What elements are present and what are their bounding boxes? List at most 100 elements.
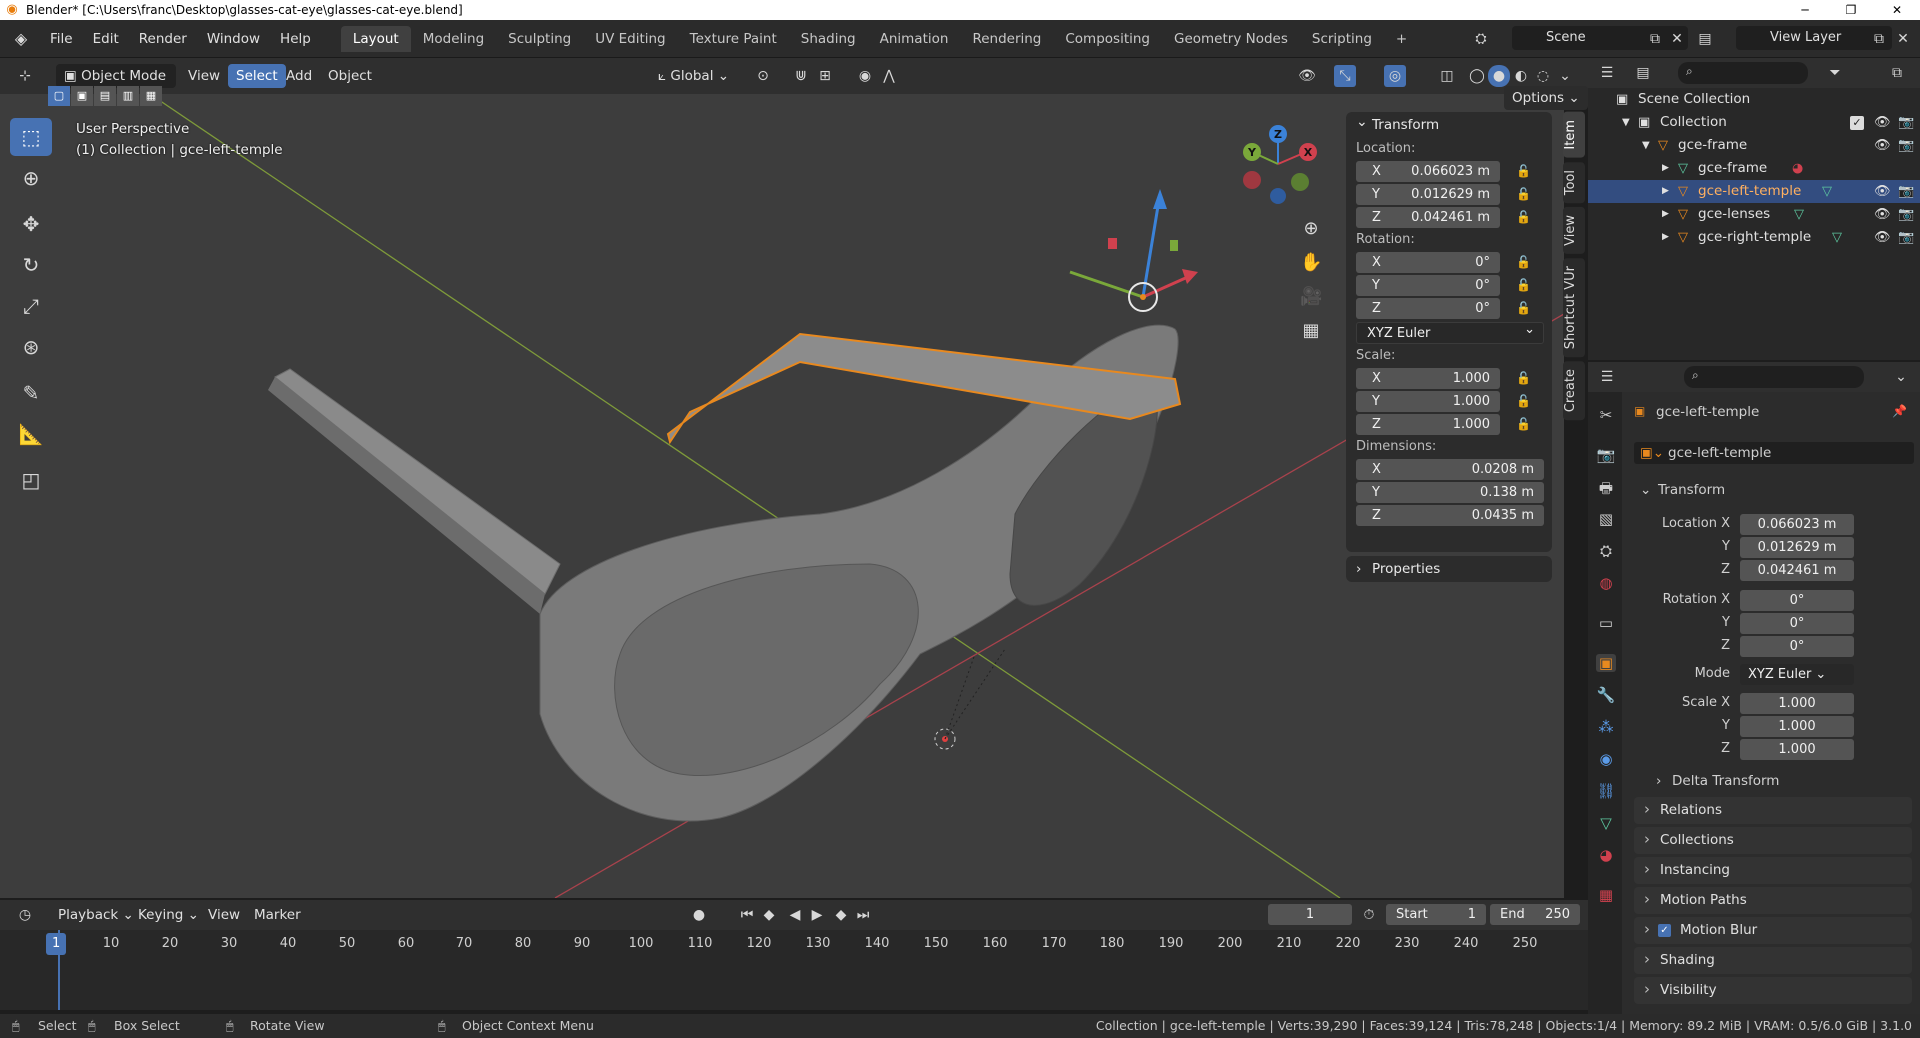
particles-tab-icon[interactable]: ⁂ bbox=[1596, 718, 1616, 736]
menu-keying[interactable]: Keying ⌄ bbox=[130, 903, 207, 927]
prop-rotation-x[interactable]: 0° bbox=[1740, 590, 1854, 611]
section-shading[interactable]: Shading bbox=[1634, 946, 1912, 974]
close-icon[interactable]: ✕ bbox=[1874, 0, 1920, 20]
blender-menu-icon[interactable]: ◈ bbox=[10, 28, 32, 50]
prop-scale-z[interactable]: 1.000 bbox=[1740, 739, 1854, 760]
tab-create[interactable]: Create bbox=[1563, 360, 1585, 421]
snap-icon[interactable]: ⋓ bbox=[790, 65, 812, 87]
lock-icon[interactable]: 🔓 bbox=[1516, 187, 1531, 201]
tab-item[interactable]: Item bbox=[1563, 112, 1585, 158]
filter-icon[interactable]: ⏷ bbox=[1824, 62, 1846, 84]
overlays-icon[interactable]: ◎ bbox=[1384, 65, 1406, 87]
rotation-x-field[interactable]: X 0° bbox=[1356, 251, 1500, 273]
dimensions-z-field[interactable]: Z 0.0435 m bbox=[1356, 504, 1544, 526]
eye-icon[interactable]: 👁 bbox=[1874, 111, 1891, 134]
scale-z-field[interactable]: Z 1.000 bbox=[1356, 413, 1500, 435]
outliner-editor-icon[interactable]: ☰ bbox=[1596, 62, 1618, 84]
expand-arrow-icon[interactable]: ▶ bbox=[1662, 203, 1669, 226]
options-dropdown[interactable]: Options ⌄ bbox=[1504, 86, 1588, 110]
output-tab-icon[interactable]: 🖶 bbox=[1596, 478, 1616, 503]
rotation-y-field[interactable]: Y 0° bbox=[1356, 274, 1500, 296]
properties-search-input[interactable]: ⌕ bbox=[1684, 366, 1864, 388]
rotate-tool-icon[interactable]: ↻ bbox=[10, 246, 52, 284]
outliner-row-gce-lenses[interactable]: ▶ ▽ gce-lenses ▽ 👁 📷 bbox=[1588, 203, 1920, 226]
camera-icon[interactable]: 📷 bbox=[1898, 203, 1914, 226]
menu-select[interactable]: Select bbox=[228, 64, 286, 88]
select-intersect-icon[interactable]: ▦ bbox=[140, 86, 162, 106]
properties-options-icon[interactable]: ⌄ bbox=[1890, 366, 1912, 388]
camera-icon[interactable]: 📷 bbox=[1898, 226, 1914, 249]
3d-viewport[interactable] bbox=[0, 94, 1564, 898]
timeline-editor-icon[interactable]: ◷ bbox=[14, 904, 36, 926]
outliner-row-gce-frame-parent[interactable]: ▼ ▽ gce-frame 👁 📷 bbox=[1588, 134, 1920, 157]
lock-icon[interactable]: 🔓 bbox=[1516, 417, 1531, 431]
shading-options-icon[interactable]: ⌄ bbox=[1554, 65, 1576, 87]
tab-layout[interactable]: Layout bbox=[340, 25, 411, 52]
transform-panel-header[interactable]: Transform bbox=[1346, 109, 1552, 138]
pin-icon[interactable]: 📌 bbox=[1892, 404, 1907, 418]
lock-icon[interactable]: 🔓 bbox=[1516, 371, 1531, 385]
texture-tab-icon[interactable]: ▦ bbox=[1596, 886, 1616, 904]
expand-arrow-icon[interactable]: ▶ bbox=[1662, 157, 1669, 180]
move-tool-icon[interactable]: ✥ bbox=[10, 205, 52, 243]
expand-arrow-icon[interactable]: ▶ bbox=[1662, 226, 1669, 249]
eye-icon[interactable]: 👁 bbox=[1874, 180, 1891, 203]
tab-rendering[interactable]: Rendering bbox=[960, 26, 1053, 52]
select-difference-icon[interactable]: ▥ bbox=[117, 86, 139, 106]
world-tab-icon[interactable]: ◍ bbox=[1596, 574, 1616, 592]
prop-location-y[interactable]: 0.012629 m bbox=[1740, 537, 1854, 558]
tab-uv-editing[interactable]: UV Editing bbox=[583, 26, 677, 52]
preview-range-icon[interactable]: ⏱ bbox=[1358, 904, 1380, 926]
select-new-icon[interactable]: ▢ bbox=[48, 86, 70, 106]
section-motion-blur[interactable]: ✓ Motion Blur bbox=[1634, 916, 1912, 944]
tab-compositing[interactable]: Compositing bbox=[1053, 26, 1162, 52]
pan-hand-icon[interactable]: ✋ bbox=[1300, 252, 1322, 274]
location-z-field[interactable]: Z 0.042461 m bbox=[1356, 206, 1500, 228]
tab-texture-paint[interactable]: Texture Paint bbox=[678, 26, 789, 52]
transform-orientation-dropdown[interactable]: ⟀ Global ⌄ bbox=[650, 64, 737, 88]
dimensions-y-field[interactable]: Y 0.138 m bbox=[1356, 481, 1544, 503]
jump-start-icon[interactable]: ⏮ bbox=[736, 904, 758, 926]
camera-icon[interactable]: 📷 bbox=[1898, 180, 1914, 203]
prop-scale-y[interactable]: 1.000 bbox=[1740, 716, 1854, 737]
navigation-gizmo[interactable]: Z X Y bbox=[1238, 124, 1318, 204]
tab-modeling[interactable]: Modeling bbox=[411, 26, 496, 52]
tab-geometry-nodes[interactable]: Geometry Nodes bbox=[1162, 26, 1300, 52]
delta-transform-header[interactable]: › Delta Transform bbox=[1650, 768, 1910, 794]
new-scene-icon[interactable]: ⧉ bbox=[1644, 28, 1666, 50]
location-y-field[interactable]: Y 0.012629 m bbox=[1356, 183, 1500, 205]
menu-edit[interactable]: Edit bbox=[83, 31, 129, 47]
wireframe-shading-icon[interactable]: ◯ bbox=[1466, 65, 1488, 87]
lock-icon[interactable]: 🔓 bbox=[1516, 255, 1531, 269]
modifier-tab-icon[interactable]: 🔧 bbox=[1596, 686, 1616, 704]
outliner-row-collection[interactable]: ▼ ▣ Collection ✓ 👁 📷 bbox=[1588, 111, 1920, 134]
outliner-row-gce-left-temple[interactable]: ▶ ▽ gce-left-temple ▽ 👁 📷 bbox=[1588, 180, 1920, 203]
physics-tab-icon[interactable]: ◉ bbox=[1596, 750, 1616, 768]
render-tab-icon[interactable]: 📷 bbox=[1596, 446, 1616, 464]
current-frame-field[interactable]: 1 bbox=[1268, 904, 1352, 925]
snap-target-icon[interactable]: ⊞ bbox=[814, 65, 836, 87]
select-extend-icon[interactable]: ▣ bbox=[71, 86, 93, 106]
start-frame-field[interactable]: Start 1 bbox=[1386, 904, 1486, 925]
minimize-icon[interactable]: ─ bbox=[1782, 0, 1828, 20]
cursor-tool-icon[interactable]: ⊕ bbox=[10, 159, 52, 197]
new-collection-icon[interactable]: ⧉ bbox=[1886, 62, 1908, 84]
menu-add[interactable]: Add bbox=[278, 64, 320, 88]
dimensions-x-field[interactable]: X 0.0208 m bbox=[1356, 458, 1544, 480]
tab-view[interactable]: View bbox=[1563, 206, 1585, 254]
properties-editor-icon[interactable]: ☰ bbox=[1596, 366, 1618, 388]
tab-sculpting[interactable]: Sculpting bbox=[496, 26, 583, 52]
menu-help[interactable]: Help bbox=[270, 31, 321, 47]
section-motion-paths[interactable]: Motion Paths bbox=[1634, 886, 1912, 914]
object-tab-icon[interactable]: ▣ bbox=[1596, 654, 1616, 672]
menu-view[interactable]: View bbox=[180, 64, 228, 88]
prop-location-z[interactable]: 0.042461 m bbox=[1740, 560, 1854, 581]
display-mode-icon[interactable]: ▤ bbox=[1632, 62, 1654, 84]
motion-blur-checkbox[interactable]: ✓ bbox=[1658, 924, 1671, 937]
jump-end-icon[interactable]: ⏭ bbox=[852, 904, 874, 926]
properties-panel-header[interactable]: › Properties bbox=[1346, 556, 1552, 582]
prop-location-x[interactable]: 0.066023 m bbox=[1740, 514, 1854, 535]
outliner-row-gce-right-temple[interactable]: ▶ ▽ gce-right-temple ▽ 👁 📷 bbox=[1588, 226, 1920, 249]
camera-icon[interactable]: 📷 bbox=[1898, 134, 1914, 157]
menu-marker[interactable]: Marker bbox=[246, 903, 309, 927]
